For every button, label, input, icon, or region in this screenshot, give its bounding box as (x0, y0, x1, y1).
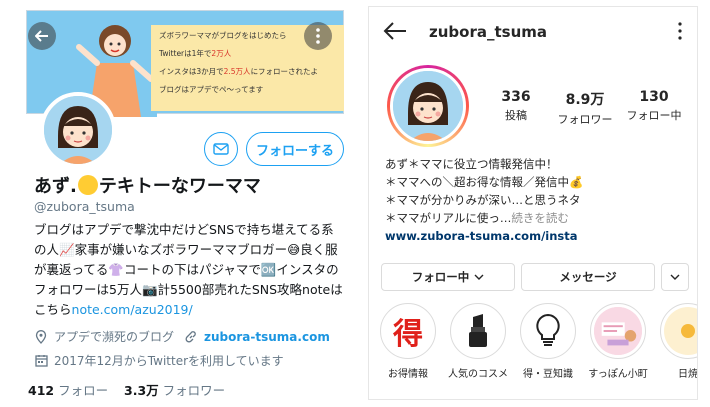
more-vertical-icon[interactable] (675, 21, 685, 41)
avatar-illustration (393, 71, 463, 141)
more-vertical-icon (316, 28, 320, 44)
read-more-link[interactable]: 続きを読む (511, 211, 569, 225)
follow-button[interactable]: フォローする (246, 132, 344, 166)
arrow-left-icon (35, 30, 48, 42)
handle: @zubora_tsuma (34, 199, 135, 214)
lipstick-icon (469, 314, 487, 347)
banner-line-4: ブログはアプデでペ〜ってます (159, 85, 264, 94)
bio-line: ＊ママがリアルに使っ…続きを読む (385, 211, 569, 225)
bio-link[interactable]: note.com/azu2019/ (72, 302, 193, 317)
location-pin-icon (34, 329, 48, 344)
follow-stats: 412 フォロー 3.3万 フォロワー (28, 380, 225, 399)
bio-url-link[interactable]: www.zubora-tsuma.com/insta (385, 227, 690, 245)
more-options-button[interactable] (304, 22, 332, 50)
suggested-accounts-button[interactable] (661, 263, 689, 291)
avatar[interactable] (40, 92, 116, 168)
highlight-item[interactable]: 得 お得情報 (377, 303, 439, 380)
following-stat[interactable]: 130 フォロー中 (619, 89, 689, 123)
chevron-down-icon (474, 274, 484, 280)
highlight-item[interactable]: 日焼 (657, 303, 697, 380)
twitter-profile: ズボラワーママがブログをはじめたら Twitterは1年で2万人 インスタは3か… (14, 6, 344, 400)
avatar-story-ring[interactable] (387, 65, 469, 147)
back-button[interactable] (28, 22, 56, 50)
highlight-item[interactable]: すっぽん小町 (587, 303, 649, 380)
avatar-illustration (44, 96, 112, 164)
bio-line: ＊ママが分かりみが深い…と思うネタ (385, 193, 581, 207)
bio: ブログはアプデで撃沈中だけどSNSで持ち堪えてる系の人📈家事が嫌いなズボラワーマ… (34, 220, 344, 320)
profile-meta: アプデで瀕死のブログ zubora-tsuma.com (34, 328, 330, 345)
joined-date: 2017年12月からTwitterを利用しています (34, 352, 284, 369)
grinning-sweat-emoji-icon (77, 175, 98, 195)
joined-text: 2017年12月からTwitterを利用しています (54, 354, 284, 368)
following-dropdown-button[interactable]: フォロー中 (381, 263, 515, 291)
followers-stat[interactable]: 8.9万 フォロワー (550, 89, 620, 127)
message-button[interactable]: メッセージ (521, 263, 655, 291)
otoku-kanji-icon: 得 (393, 317, 423, 352)
highlight-item[interactable]: 人気のコスメ (447, 303, 509, 380)
calendar-icon (34, 354, 48, 368)
chevron-down-icon (670, 274, 680, 280)
story-highlights: 得 お得情報 人気のコスメ 得・豆知識 すっぽん小町 日焼 (375, 303, 697, 393)
location-text: アプデで瀕死のブログ (54, 330, 175, 344)
bio: あず＊ママに役立つ情報発信中！ ＊ママへの＼超お得な情報／発信中💰 ＊ママが分か… (385, 155, 690, 245)
message-button[interactable] (204, 132, 238, 166)
product-icon (594, 307, 642, 355)
banner-line-3: インスタは3か月で2.5万人にフォローされたよ (159, 67, 319, 76)
display-name: あず. テキトーなワーママ (34, 175, 261, 197)
sun-icon (681, 324, 695, 338)
posts-stat: 336 投稿 (501, 89, 531, 122)
envelope-icon (213, 143, 229, 155)
bio-line: ＊ママへの＼超お得な情報／発信中💰 (385, 175, 584, 189)
bio-line: あず＊ママに役立つ情報発信中！ (385, 157, 558, 171)
back-arrow-icon[interactable] (383, 21, 407, 41)
following-stat[interactable]: 412 フォロー (28, 383, 108, 398)
username-title: zubora_tsuma (429, 23, 548, 41)
website-link[interactable]: zubora-tsuma.com (204, 330, 330, 344)
link-icon (184, 330, 198, 344)
lightbulb-icon (536, 313, 560, 346)
highlight-item[interactable]: 得・豆知識 (517, 303, 579, 380)
instagram-profile: zubora_tsuma 336 投稿 8.9万 フォロワー 130 フォロー中 あず… (368, 6, 698, 400)
avatar (390, 68, 466, 144)
followers-stat[interactable]: 3.3万 フォロワー (124, 383, 225, 398)
